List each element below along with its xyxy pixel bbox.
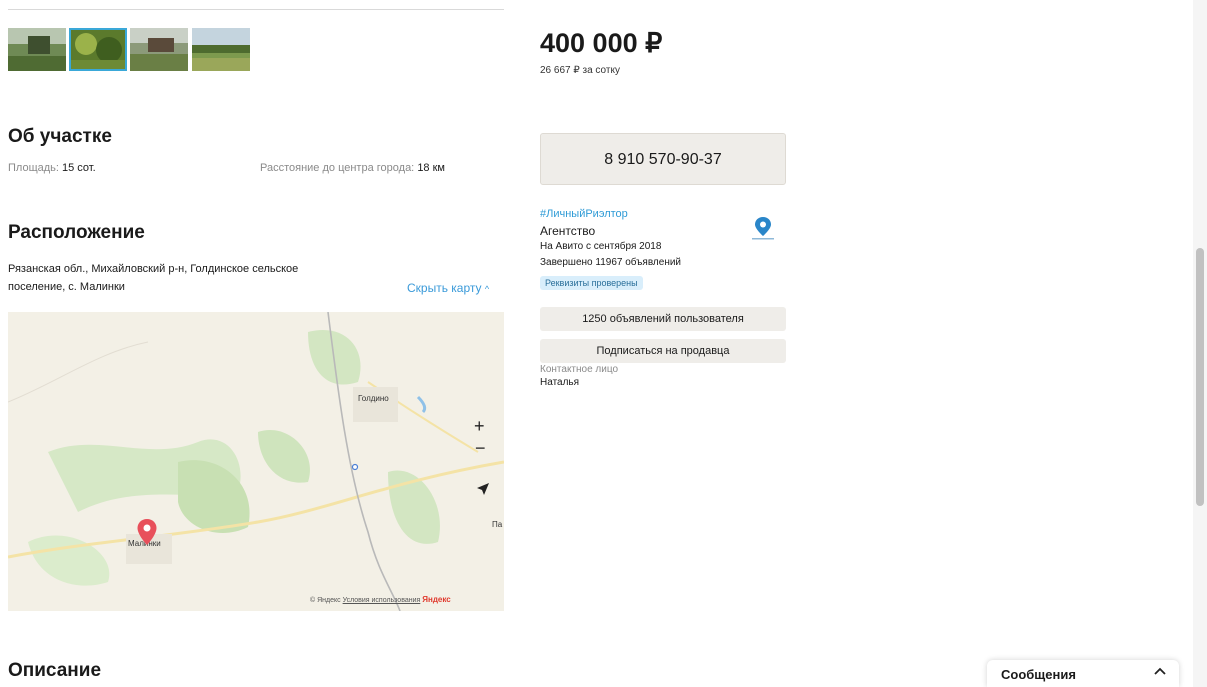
map[interactable]: Малинки Голдино Па + − © Яндекс Условия … bbox=[8, 312, 504, 611]
photo-thumbnail-4[interactable] bbox=[192, 28, 250, 71]
verified-badge: Реквизиты проверены bbox=[540, 276, 643, 290]
subscribe-seller-button[interactable]: Подписаться на продавца bbox=[540, 339, 786, 363]
divider bbox=[8, 9, 504, 10]
chevron-up-icon[interactable] bbox=[1153, 664, 1167, 683]
seller-type: Агентство bbox=[540, 224, 596, 238]
price-per-unit: 26 667 ₽ за сотку bbox=[540, 65, 620, 76]
distance-value: 18 км bbox=[417, 162, 445, 174]
chevron-up-icon: ^ bbox=[484, 284, 490, 294]
area-value: 15 сот. bbox=[62, 162, 96, 174]
photo-thumbnail-3[interactable] bbox=[130, 28, 188, 71]
seller-since: На Авито с сентября 2018 bbox=[540, 241, 662, 252]
photo-thumbnail-2-selected[interactable] bbox=[69, 28, 127, 71]
description-title: Описание bbox=[8, 660, 102, 681]
hide-map-link[interactable]: Скрыть карту ^ bbox=[407, 281, 489, 295]
address-line-1: Рязанская обл., Михайловский р-н, Голдин… bbox=[8, 263, 299, 275]
distance-label: Расстояние до центра города: bbox=[260, 162, 415, 174]
map-label-goldino: Голдино bbox=[358, 394, 389, 403]
navigate-arrow-icon[interactable] bbox=[476, 482, 490, 501]
scrollbar-thumb[interactable] bbox=[1196, 248, 1204, 506]
seller-completed: Завершено 11967 объявлений bbox=[540, 257, 682, 268]
contact-label: Контактное лицо bbox=[540, 364, 619, 375]
area-info: Площадь: 15 сот. bbox=[8, 162, 96, 174]
phone-button[interactable]: 8 910 570-90-37 bbox=[540, 133, 786, 185]
area-label: Площадь: bbox=[8, 162, 59, 174]
address-line-2: поселение, с. Малинки bbox=[8, 281, 125, 293]
price: 400 000 ₽ bbox=[540, 28, 663, 58]
about-title: Об участке bbox=[8, 126, 112, 147]
messages-panel[interactable]: Сообщения bbox=[987, 660, 1179, 687]
hide-map-label: Скрыть карту bbox=[407, 281, 482, 295]
photo-thumbnail-1[interactable] bbox=[8, 28, 66, 71]
map-pin-icon[interactable] bbox=[136, 518, 158, 551]
map-footer: © Яндекс Условия использования Яндекс bbox=[310, 595, 451, 604]
location-title: Расположение bbox=[8, 222, 145, 243]
map-terms-link[interactable]: Условия использования bbox=[343, 597, 421, 604]
map-label-east: Па bbox=[492, 520, 503, 529]
distance-info: Расстояние до центра города: 18 км bbox=[260, 162, 445, 174]
yandex-logo: Яндекс bbox=[422, 595, 451, 604]
map-copyright: © Яндекс bbox=[310, 597, 341, 604]
seller-ads-button[interactable]: 1250 объявлений пользователя bbox=[540, 307, 786, 331]
zoom-in-button[interactable]: + bbox=[474, 416, 485, 437]
realtor-pin-logo-icon[interactable] bbox=[748, 216, 778, 247]
seller-name-link[interactable]: #ЛичныйРиэлтор bbox=[540, 208, 628, 220]
address: Рязанская обл., Михайловский р-н, Голдин… bbox=[8, 260, 298, 296]
contact-name: Наталья bbox=[540, 377, 580, 388]
messages-label: Сообщения bbox=[1001, 667, 1076, 682]
zoom-out-button[interactable]: − bbox=[475, 438, 486, 459]
